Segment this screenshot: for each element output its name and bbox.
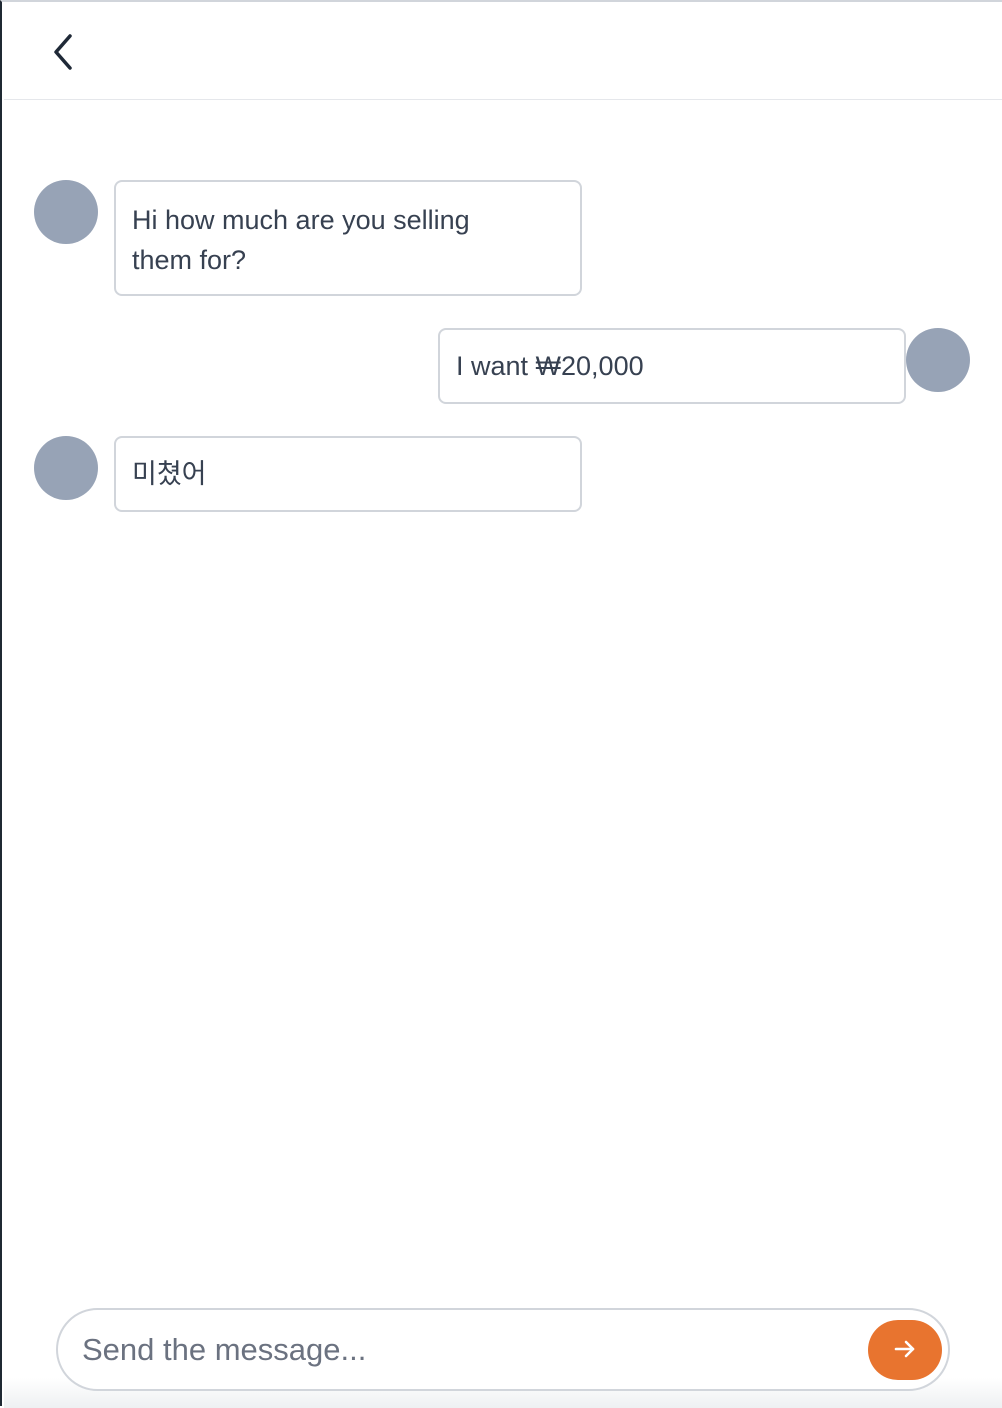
message-input[interactable]	[82, 1320, 852, 1380]
message-bubble-received: Hi how much are you selling them for?	[114, 180, 582, 296]
chat-window: Hi how much are you selling them for? I …	[0, 0, 1002, 1408]
message-text: 미쳤어	[132, 459, 207, 489]
avatar	[34, 436, 98, 500]
message-text-line: them for?	[132, 245, 247, 275]
arrow-right-icon	[892, 1336, 918, 1365]
message-composer	[56, 1308, 950, 1391]
message-text-line: Hi how much are you selling	[132, 205, 470, 235]
message-list: Hi how much are you selling them for? I …	[2, 2, 1002, 1408]
message-bubble-received: 미쳤어	[114, 436, 582, 512]
avatar	[34, 180, 98, 244]
send-button[interactable]	[868, 1320, 942, 1380]
message-bubble-sent: I want ₩20,000	[438, 328, 906, 404]
message-text: I want ₩20,000	[456, 351, 644, 381]
avatar	[906, 328, 970, 392]
